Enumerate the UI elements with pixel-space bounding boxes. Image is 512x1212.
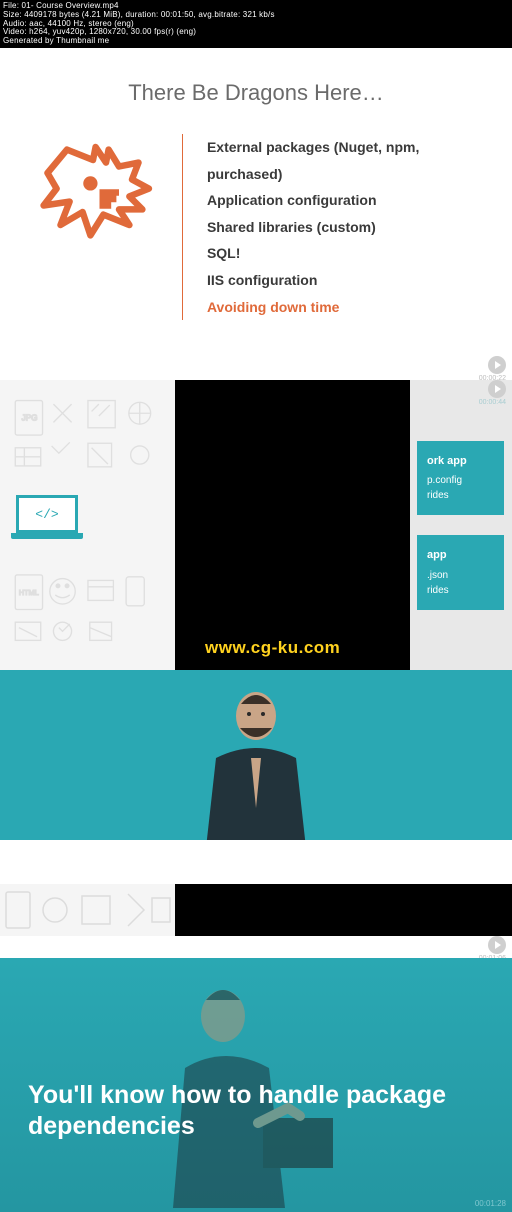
bullet-item: External packages (Nuget, npm, purchased… <box>207 134 484 187</box>
slide-presenter <box>0 670 512 840</box>
slide-strip <box>0 884 512 936</box>
vertical-divider <box>182 134 183 320</box>
slide-caption: You'll know how to handle package depend… <box>0 958 512 1212</box>
laptop-screen-code: </> <box>16 495 78 533</box>
timestamp-badge: 00:00:44 <box>479 380 506 668</box>
bullet-item: IIS configuration <box>207 267 484 294</box>
timestamp-badge-wrap: 00:00:22 <box>0 356 512 380</box>
slide-config: JPG HTML </> www.cg-ku.com <box>0 380 512 670</box>
black-strip <box>175 884 512 936</box>
bullet-list: External packages (Nuget, npm, purchased… <box>207 134 484 320</box>
dragon-icon <box>28 134 158 264</box>
bullet-item: Shared libraries (custom) <box>207 214 484 241</box>
laptop-icon: </> <box>16 495 78 541</box>
slide-dragons: There Be Dragons Here… External packages… <box>0 48 512 356</box>
svg-text:JPG: JPG <box>22 414 38 423</box>
bullet-item: Application configuration <box>207 187 484 214</box>
presenter-figure <box>146 678 366 840</box>
video-overlay-black: www.cg-ku.com <box>175 380 410 670</box>
svg-text:HTML: HTML <box>19 588 39 597</box>
play-icon <box>488 380 506 398</box>
video-metadata: File: 01- Course Overview.mp4 Size: 4409… <box>0 0 512 48</box>
play-icon <box>488 356 506 374</box>
timestamp: 00:00:44 <box>479 399 506 406</box>
bullet-item-highlight: Avoiding down time <box>207 294 484 321</box>
bullet-item: SQL! <box>207 240 484 267</box>
timestamp: 00:01:28 <box>475 1199 506 1208</box>
timestamp-badge-wrap: 00:01:06 <box>0 936 512 958</box>
slide-title: There Be Dragons Here… <box>28 80 484 106</box>
icon-pattern-strip <box>0 884 175 936</box>
slide-caption-text: You'll know how to handle package depend… <box>28 1079 484 1142</box>
white-divider <box>0 840 512 884</box>
watermark-text: www.cg-ku.com <box>205 638 340 658</box>
play-icon <box>488 936 506 954</box>
meta-generated: Generated by Thumbnail me <box>3 37 509 46</box>
